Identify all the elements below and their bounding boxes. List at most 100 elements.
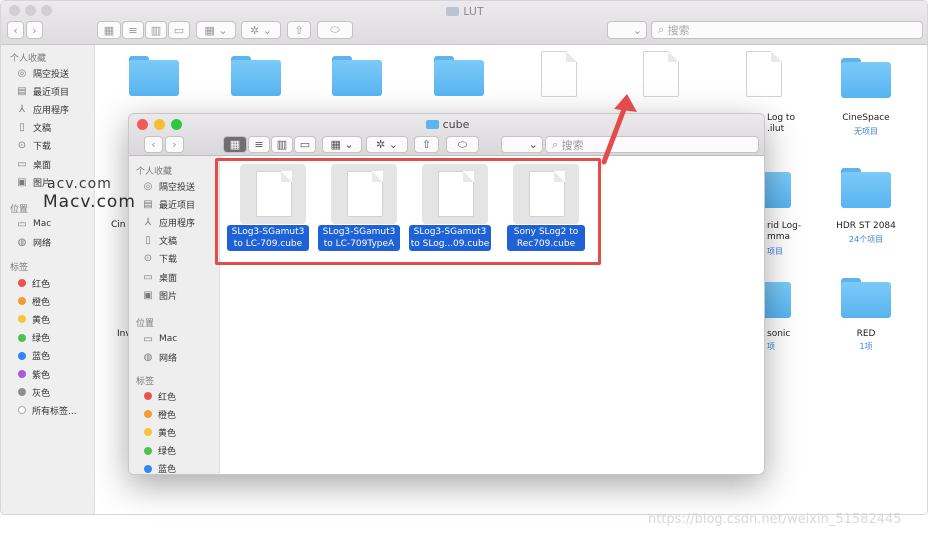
sidebar-item[interactable]: ⅄ 应用程序 — [15, 101, 69, 117]
share-icon: ⇧ — [421, 138, 432, 151]
watermark-text: Macv.com — [43, 192, 136, 212]
item-count: 24个项目 — [848, 235, 884, 244]
chevron-left-icon: ‹ — [151, 138, 156, 151]
sidebar-item[interactable]: ◍ 网络 — [141, 349, 177, 365]
grid-icon: ▦ — [103, 23, 115, 37]
sidebar-item[interactable]: ▯ 文稿 — [141, 233, 177, 249]
icon-view-button[interactable]: ▦ — [97, 21, 121, 39]
folder-icon[interactable] — [231, 56, 281, 96]
tag-button[interactable]: ⬭ — [446, 136, 479, 153]
sidebar-item[interactable]: ⊙ 下载 — [15, 138, 51, 154]
source-credit: https://blog.csdn.net/weixin_51582445 — [648, 512, 902, 527]
folder-icon[interactable] — [841, 278, 891, 318]
sidebar-tag[interactable]: 灰色 — [15, 384, 50, 400]
document-icon[interactable] — [643, 51, 679, 97]
applications-icon: ⅄ — [144, 216, 152, 228]
folder-icon[interactable] — [434, 56, 484, 96]
gallery-icon: ▭ — [299, 138, 311, 151]
column-view-button[interactable]: ▥ — [271, 136, 293, 153]
path-dropdown[interactable]: ⌄ — [501, 136, 543, 153]
icon-view-button[interactable]: ▦ — [223, 136, 247, 153]
forward-button[interactable]: › — [26, 21, 43, 39]
item-label: rid Log-mma — [767, 221, 802, 242]
sidebar-item-label: 文稿 — [159, 237, 178, 248]
document-icon[interactable] — [541, 51, 577, 97]
sidebar-tag-label: 灰色 — [32, 388, 51, 399]
tags-header: 标签 — [136, 377, 155, 387]
document-icon[interactable] — [746, 51, 782, 97]
search-field[interactable]: ⌕ 搜索 — [545, 136, 759, 153]
back-button[interactable]: ‹ — [7, 21, 24, 39]
sidebar-tag[interactable]: 蓝色 — [141, 461, 176, 474]
gallery-view-button[interactable]: ▭ — [294, 136, 316, 153]
action-button[interactable]: ✲ ⌄ — [366, 136, 408, 153]
folder-icon[interactable] — [332, 56, 382, 96]
network-icon: ◍ — [143, 351, 153, 363]
sidebar-item-label: 下载 — [159, 255, 178, 266]
sidebar-item[interactable]: ▣ 图片 — [141, 287, 177, 303]
sidebar-tag[interactable]: 橙色 — [15, 293, 50, 309]
sidebar-tag[interactable]: 黄色 — [141, 424, 176, 440]
sidebar-item[interactable]: ▤ 最近项目 — [15, 83, 69, 99]
chevron-right-icon: › — [172, 138, 177, 151]
sidebar-tag[interactable]: 绿色 — [15, 330, 50, 346]
sidebar-item-label: 应用程序 — [33, 105, 70, 116]
tag-color-icon — [18, 297, 26, 306]
sidebar-item-label: 最近项目 — [159, 200, 196, 211]
network-icon: ◍ — [17, 236, 27, 248]
list-view-button[interactable]: ≡ — [248, 136, 270, 153]
sidebar-item[interactable]: ▭ Mac — [15, 216, 51, 232]
sidebar-tag[interactable]: 绿色 — [141, 443, 176, 459]
folder-icon — [446, 7, 460, 16]
back-button[interactable]: ‹ — [144, 136, 163, 153]
forward-button[interactable]: › — [165, 136, 184, 153]
search-field[interactable]: ⌕ 搜索 — [651, 21, 923, 39]
tag-color-icon — [18, 388, 26, 397]
sidebar-item[interactable]: ▭ 桌面 — [141, 269, 177, 285]
sidebar-tag[interactable]: 紫色 — [15, 366, 50, 382]
sidebar-item-label: Mac — [33, 219, 52, 229]
sidebar-tag[interactable]: 红色 — [141, 388, 176, 404]
share-button[interactable]: ⇧ — [414, 136, 439, 153]
list-icon: ≡ — [254, 138, 264, 151]
tag-color-icon — [144, 446, 152, 455]
list-view-button[interactable]: ≡ — [122, 21, 144, 39]
path-dropdown[interactable]: ⌄ — [607, 21, 647, 39]
tag-color-icon — [144, 410, 152, 419]
column-view-button[interactable]: ▥ — [145, 21, 167, 39]
sidebar-item[interactable]: ▯ 文稿 — [15, 120, 51, 136]
sidebar-tag[interactable]: 橙色 — [141, 406, 176, 422]
sidebar-item[interactable]: ◎ 隔空投送 — [15, 65, 69, 81]
sidebar-tag-label: 红色 — [32, 279, 51, 290]
downloads-icon: ⊙ — [17, 140, 27, 152]
tag-color-icon — [18, 315, 26, 324]
tags-header: 标签 — [10, 263, 29, 273]
sidebar-item[interactable]: ◎ 隔空投送 — [141, 178, 195, 194]
applications-icon: ⅄ — [18, 103, 26, 115]
sidebar-tag[interactable]: 蓝色 — [15, 348, 50, 364]
share-button[interactable]: ⇧ — [287, 21, 311, 39]
sidebar-item[interactable]: ▤ 最近项目 — [141, 196, 195, 212]
sidebar-tag-label: 红色 — [158, 392, 177, 403]
sidebar-item[interactable]: ▭ Mac — [141, 331, 177, 347]
sidebar-item[interactable]: ⅄ 应用程序 — [141, 214, 195, 230]
search-icon: ⌕ — [658, 23, 665, 36]
folder-icon[interactable] — [841, 58, 891, 98]
folder-icon[interactable] — [129, 56, 179, 96]
sidebar-tag[interactable]: 黄色 — [15, 311, 50, 327]
sidebar-item[interactable]: ⊙ 下载 — [141, 251, 177, 267]
item-label: CineSpace — [842, 113, 890, 123]
group-button[interactable]: ▦ ⌄ — [196, 21, 236, 39]
cube-sidebar: 个人收藏 ◎ 隔空投送 ▤ 最近项目 ⅄ 应用程序 ▯ 文稿 ⊙ 下载 ▭ 桌面 ▣ 图片 位置 ▭ Mac… — [129, 156, 220, 474]
action-button[interactable]: ✲ ⌄ — [241, 21, 281, 39]
gallery-view-button[interactable]: ▭ — [168, 21, 190, 39]
sidebar-item[interactable]: ▣ 图片 — [15, 174, 51, 190]
sidebar-item[interactable]: ▭ 桌面 — [15, 156, 51, 172]
sidebar-tag[interactable]: 红色 — [15, 275, 50, 291]
tag-button[interactable]: ⬭ — [317, 21, 353, 39]
group-button[interactable]: ▦ ⌄ — [322, 136, 362, 153]
documents-icon: ▯ — [145, 235, 151, 247]
sidebar-item[interactable]: ◍ 网络 — [15, 234, 51, 250]
sidebar-tag[interactable]: 所有标签... — [15, 402, 77, 418]
folder-icon[interactable] — [841, 168, 891, 208]
